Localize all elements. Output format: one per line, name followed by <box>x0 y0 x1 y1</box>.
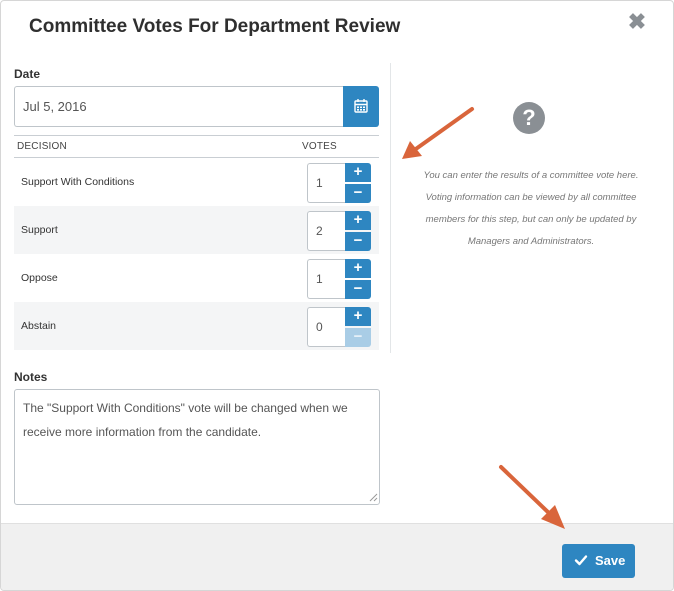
votes-stepper: 2 + − <box>307 211 371 251</box>
calendar-icon <box>354 99 368 113</box>
decrement-button[interactable]: − <box>345 184 371 203</box>
committee-votes-dialog: Committee Votes For Department Review ✖ … <box>0 0 674 591</box>
votes-input[interactable]: 2 <box>307 211 345 251</box>
votes-input[interactable]: 1 <box>307 163 345 203</box>
notes-textarea[interactable]: The "Support With Conditions" vote will … <box>14 389 380 505</box>
votes-stepper: 1 + − <box>307 259 371 299</box>
table-row: Support 2 + − <box>14 206 379 254</box>
table-header: DECISION VOTES <box>14 135 379 158</box>
increment-button[interactable]: + <box>345 163 371 182</box>
decision-label: Support With Conditions <box>21 176 135 188</box>
question-icon: ? <box>513 102 545 134</box>
decision-label: Support <box>21 224 58 236</box>
increment-button[interactable]: + <box>345 307 371 326</box>
date-picker: Jul 5, 2016 <box>14 86 379 127</box>
table-row: Abstain 0 + − <box>14 302 379 350</box>
decrement-button: − <box>345 328 371 347</box>
increment-button[interactable]: + <box>345 259 371 278</box>
votes-input[interactable]: 1 <box>307 259 345 299</box>
increment-button[interactable]: + <box>345 211 371 230</box>
table-row: Support With Conditions 1 + − <box>14 158 379 206</box>
decision-header: DECISION <box>17 141 67 152</box>
table-row: Oppose 1 + − <box>14 254 379 302</box>
help-text: You can enter the results of a committee… <box>423 170 639 247</box>
annotation-arrow <box>402 107 474 159</box>
close-icon[interactable]: ✖ <box>627 11 647 33</box>
date-label: Date <box>14 67 41 81</box>
save-label: Save <box>595 553 626 568</box>
dialog-title: Committee Votes For Department Review <box>29 16 401 37</box>
check-icon <box>574 555 588 566</box>
decrement-button[interactable]: − <box>345 280 371 299</box>
date-input[interactable]: Jul 5, 2016 <box>14 86 343 127</box>
save-button[interactable]: Save <box>562 544 635 578</box>
votes-header: VOTES <box>302 141 337 152</box>
column-divider <box>390 63 391 353</box>
resize-grip-icon[interactable] <box>368 492 378 502</box>
notes-label: Notes <box>14 370 48 384</box>
votes-input[interactable]: 0 <box>307 307 345 347</box>
decision-label: Abstain <box>21 320 57 332</box>
votes-stepper: 0 + − <box>307 307 371 347</box>
votes-table: DECISION VOTES Support With Conditions 1… <box>14 135 379 350</box>
annotation-arrow <box>499 465 565 529</box>
votes-stepper: 1 + − <box>307 163 371 203</box>
decrement-button[interactable]: − <box>345 232 371 251</box>
decision-label: Oppose <box>21 272 58 284</box>
calendar-button[interactable] <box>343 86 379 127</box>
